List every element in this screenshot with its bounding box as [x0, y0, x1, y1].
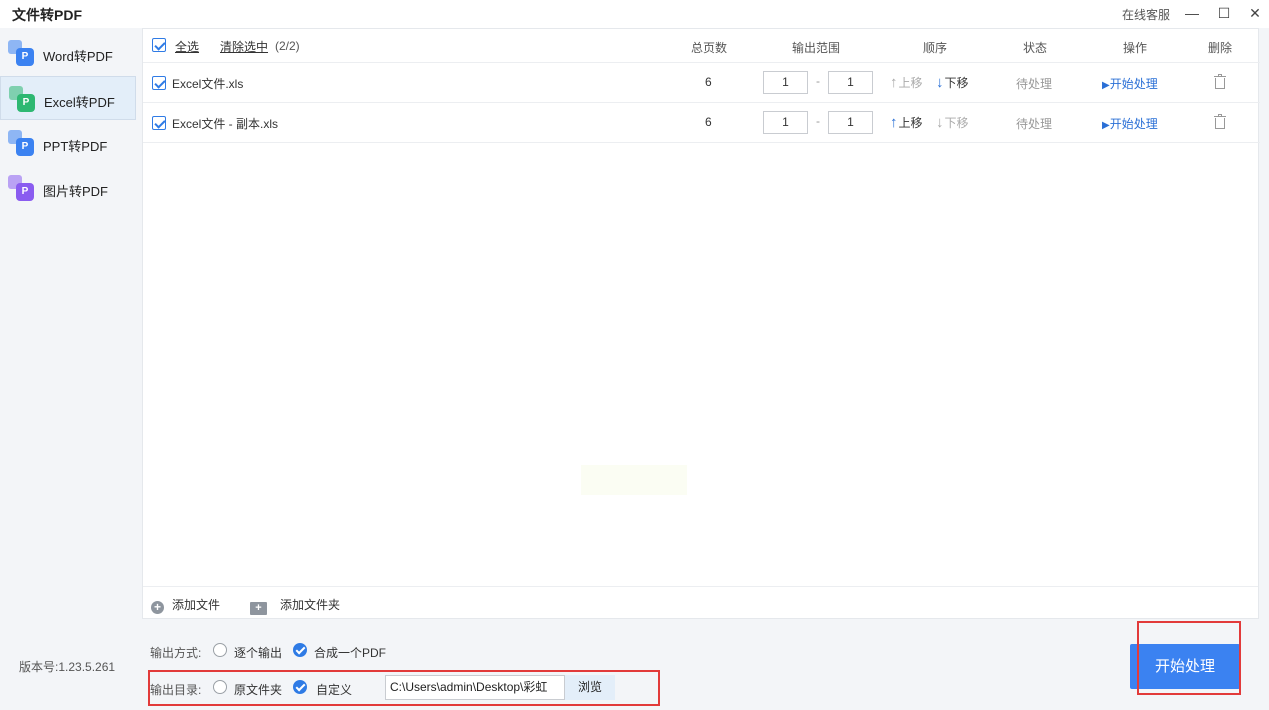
move-down-button[interactable]: ↓下移: [936, 114, 969, 131]
online-service-link[interactable]: 在线客服: [1122, 6, 1170, 23]
file-name: Excel文件 - 副本.xls: [172, 117, 279, 131]
arrow-up-icon: ↑: [890, 74, 898, 91]
sidebar-item-label: PPT转PDF: [43, 139, 108, 154]
row-checkbox[interactable]: [152, 76, 166, 90]
range-to-input[interactable]: 1: [828, 111, 873, 134]
page-count: 6: [705, 115, 712, 129]
add-folder-button[interactable]: + 添加文件夹: [250, 596, 340, 615]
trash-icon[interactable]: [1214, 74, 1226, 89]
app-title: 文件转PDF: [12, 7, 82, 23]
sidebar-item-image-to-pdf[interactable]: P 图片转PDF: [0, 166, 136, 210]
arrow-up-icon: ↑: [890, 114, 898, 131]
version-label: 版本号:1.23.5.261: [19, 660, 116, 674]
move-up-button[interactable]: ↑上移: [890, 74, 923, 91]
header-action: 操作: [1123, 41, 1148, 55]
status-text: 待处理: [1016, 77, 1053, 91]
option-each-output[interactable]: 逐个输出: [234, 644, 282, 661]
range-separator: -: [816, 74, 820, 88]
highlight-box-start-button: [1137, 621, 1241, 695]
radio-merge-pdf[interactable]: [293, 643, 307, 657]
sidebar: P Word转PDF P Excel转PDF P PPT转PDF P 图片转PD…: [0, 28, 140, 710]
start-process-link[interactable]: ▶开始处理: [1102, 115, 1158, 132]
select-all-link[interactable]: 全选: [175, 38, 199, 55]
play-icon: ▶: [1102, 120, 1110, 131]
clear-selected-link[interactable]: 清除选中: [220, 38, 268, 55]
range-from-input[interactable]: 1: [763, 71, 808, 94]
image-pdf-icon: P: [8, 175, 34, 201]
range-to-input[interactable]: 1: [828, 71, 873, 94]
add-file-button[interactable]: + 添加文件: [151, 596, 220, 614]
file-name: Excel文件.xls: [172, 77, 244, 91]
ppt-pdf-icon: P: [8, 130, 34, 156]
empty-area-highlight: [581, 465, 687, 495]
output-mode-label: 输出方式:: [150, 646, 202, 660]
option-merge-pdf[interactable]: 合成一个PDF: [314, 644, 386, 661]
range-separator: -: [816, 114, 820, 128]
sidebar-item-word-to-pdf[interactable]: P Word转PDF: [0, 31, 136, 75]
arrow-down-icon: ↓: [936, 74, 944, 91]
title-bar: 文件转PDF 在线客服 — ☐ ✕: [0, 0, 1269, 28]
play-icon: ▶: [1102, 80, 1110, 91]
close-button[interactable]: ✕: [1245, 4, 1265, 22]
sidebar-item-label: Excel转PDF: [44, 95, 115, 110]
range-from-input[interactable]: 1: [763, 111, 808, 134]
radio-each-output[interactable]: [213, 643, 227, 657]
header-status: 状态: [1023, 41, 1048, 55]
sidebar-item-label: Word转PDF: [43, 49, 113, 64]
header-total-pages: 总页数: [691, 41, 728, 55]
table-header: 全选 清除选中 (2/2) 总页数 输出范围 顺序 状态 操作 删除: [143, 29, 1260, 63]
start-process-link[interactable]: ▶开始处理: [1102, 75, 1158, 92]
sidebar-item-label: 图片转PDF: [43, 184, 109, 199]
header-delete: 删除: [1208, 41, 1233, 55]
add-circle-icon: +: [151, 601, 164, 614]
selected-count: (2/2): [275, 39, 300, 53]
page-count: 6: [705, 75, 712, 89]
maximize-button[interactable]: ☐: [1214, 4, 1234, 22]
sidebar-item-ppt-to-pdf[interactable]: P PPT转PDF: [0, 121, 136, 165]
move-up-button[interactable]: ↑上移: [890, 114, 923, 131]
header-order: 顺序: [923, 41, 948, 55]
file-list-footer: + 添加文件 + 添加文件夹: [143, 586, 1258, 618]
file-list-panel: 全选 清除选中 (2/2) 总页数 输出范围 顺序 状态 操作 删除 Excel…: [142, 28, 1260, 619]
arrow-down-icon: ↓: [936, 114, 944, 131]
header-output-range: 输出范围: [792, 41, 841, 55]
minimize-button[interactable]: —: [1182, 4, 1202, 22]
folder-add-icon: +: [250, 602, 267, 615]
sidebar-item-excel-to-pdf[interactable]: P Excel转PDF: [0, 76, 136, 120]
excel-pdf-icon: P: [9, 86, 35, 112]
move-down-button[interactable]: ↓下移: [936, 74, 969, 91]
highlight-box-output-dir: [148, 670, 660, 706]
row-checkbox[interactable]: [152, 116, 166, 130]
status-text: 待处理: [1016, 117, 1053, 131]
table-row: Excel文件 - 副本.xls 6 1 - 1 ↑上移 ↓下移 待处理 ▶开始…: [143, 103, 1260, 143]
word-pdf-icon: P: [8, 40, 34, 66]
table-row: Excel文件.xls 6 1 - 1 ↑上移 ↓下移 待处理 ▶开始处理: [143, 63, 1260, 103]
trash-icon[interactable]: [1214, 114, 1226, 129]
select-all-checkbox[interactable]: [152, 38, 166, 52]
